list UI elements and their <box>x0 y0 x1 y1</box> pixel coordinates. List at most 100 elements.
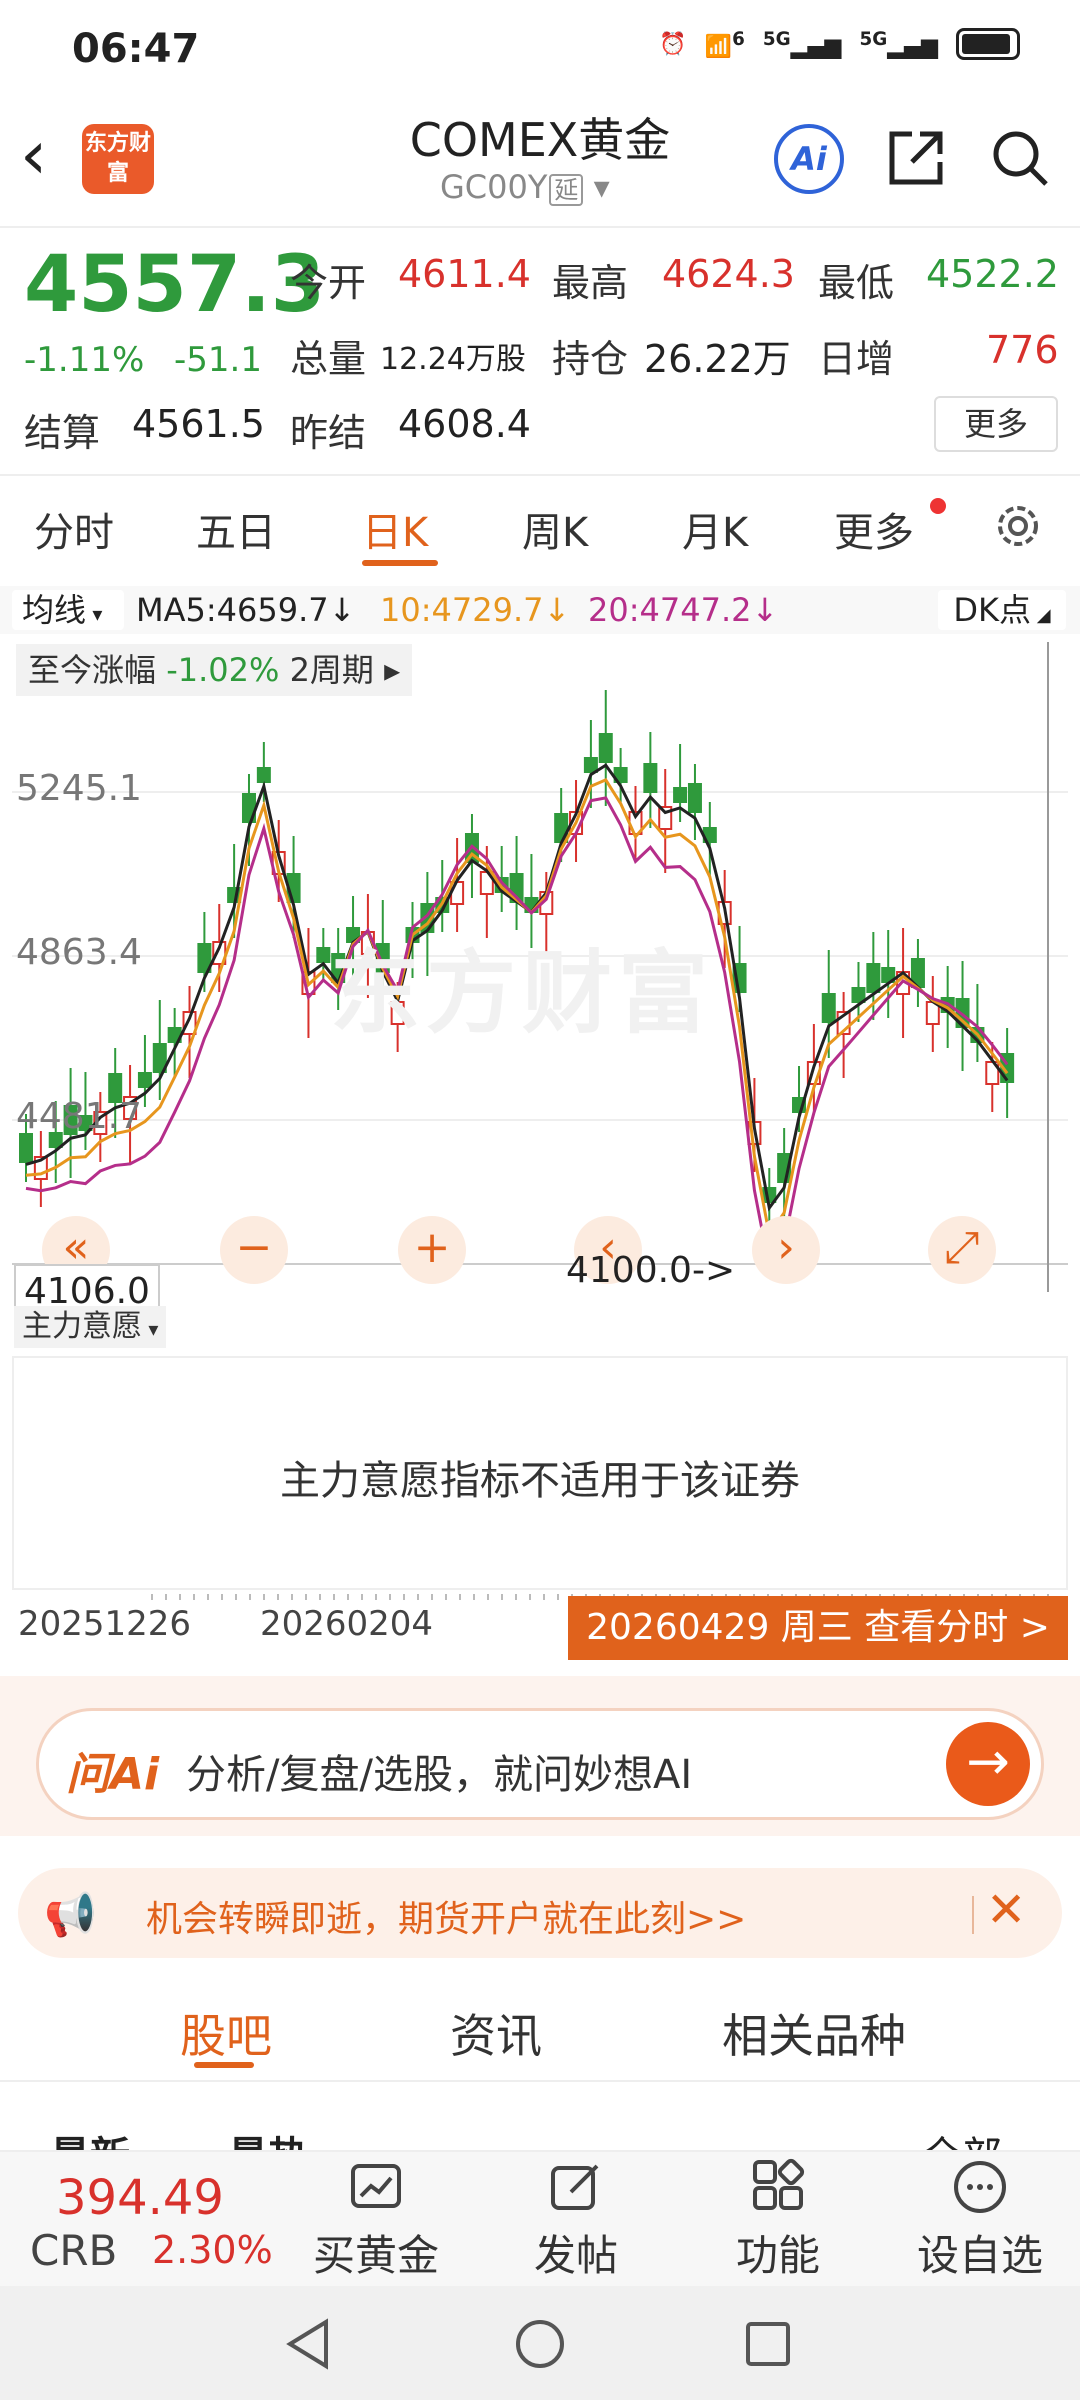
candle-body <box>598 733 613 763</box>
filter-all[interactable]: ⏷全部 <box>890 2124 1002 2152</box>
wifi-icon: 📶6 <box>704 28 745 60</box>
tab-related[interactable]: 相关品种 <box>722 2000 906 2066</box>
chart-icon <box>351 2164 401 2208</box>
buy-gold-button[interactable]: 买黄金 <box>306 2158 446 2283</box>
promo-text: 机会转瞬即逝，期货开户就在此刻>> <box>146 1899 747 1940</box>
nav-back-icon[interactable] <box>280 2316 340 2372</box>
functions-label: 功能 <box>735 2231 820 2280</box>
ai-go-button[interactable]: → <box>946 1722 1030 1806</box>
ma-selector-label: 均线 <box>22 591 87 629</box>
settle-label: 结算 <box>24 411 101 455</box>
candle-body <box>687 783 702 813</box>
tab-more[interactable]: 更多 <box>834 500 914 558</box>
zoom-in-button[interactable]: + <box>398 1216 466 1284</box>
daily-increase-label: 日增 <box>818 337 895 381</box>
share-icon[interactable] <box>884 126 948 190</box>
fullscreen-button[interactable]: ⤢ <box>928 1216 996 1284</box>
sub-tab-hot[interactable]: 最热 <box>228 2124 308 2152</box>
range-chip-period: 2周期 <box>289 651 374 689</box>
low-label: 最低 <box>818 261 895 305</box>
close-icon[interactable]: ✕ <box>986 1882 1026 1938</box>
tab-monthly-k[interactable]: 月K <box>682 500 748 558</box>
functions-button[interactable]: 功能 <box>708 2158 848 2283</box>
signal-icon-2: 5G▂▄▆ <box>859 28 938 60</box>
view-intraday-button[interactable]: 20260429 周三 查看分时 > <box>568 1596 1068 1660</box>
high-label: 最高 <box>552 261 629 305</box>
scroll-right-button[interactable]: › <box>752 1216 820 1284</box>
indicator-selector[interactable]: 主力意愿 ▾ <box>14 1306 167 1348</box>
status-time: 06:47 <box>72 26 200 72</box>
sub-tabs: 最新⌄ 最热 ⏷全部 <box>0 2080 1080 2152</box>
more-button[interactable]: 更多 <box>934 396 1058 452</box>
crb-ticker-name[interactable]: CRB <box>30 2226 117 2275</box>
watermark: 东方财富 <box>330 941 714 1046</box>
more-dots-icon <box>954 2161 1006 2213</box>
settle-value: 4561.5 <box>132 402 265 446</box>
prev-settle-value: 4608.4 <box>398 402 531 446</box>
date-label-mid: 20260204 <box>260 1604 434 1644</box>
open-value: 4611.4 <box>398 252 531 296</box>
candle-body <box>137 1072 152 1088</box>
signal-label-2: 5G <box>859 28 888 50</box>
candle-body <box>851 987 866 1003</box>
crb-ticker-value[interactable]: 394.49 <box>56 2170 224 2226</box>
nav-home-icon[interactable] <box>510 2314 570 2374</box>
period-low-marker: 4100.0-> <box>566 1250 736 1291</box>
section-tab-underline <box>194 2062 254 2068</box>
y-axis-label: 5245.1 <box>16 768 142 809</box>
post-label: 发帖 <box>533 2231 618 2280</box>
tab-daily-k[interactable]: 日K <box>362 500 428 558</box>
tab-five-day[interactable]: 五日 <box>196 500 276 558</box>
dk-label: DK点 <box>953 591 1032 629</box>
y-axis-label: 4863.4 <box>16 932 142 973</box>
indicator-selector-label: 主力意愿 <box>22 1309 142 1344</box>
high-value: 4624.3 <box>662 252 795 296</box>
back-button[interactable]: ‹ <box>20 118 80 198</box>
code-text: GC00Y <box>440 168 548 206</box>
title-bar: ‹ 东方财富 COMEX黄金 GC00Y 延 ▾ Ai <box>0 96 1080 226</box>
candle-body <box>643 763 658 793</box>
candle-body <box>866 963 881 993</box>
signal-icon: 5G▂▄▆ <box>762 28 842 60</box>
indicator-message: 主力意愿指标不适用于该证券 <box>280 1458 800 1504</box>
tab-forum[interactable]: 股吧 <box>180 2000 272 2066</box>
notification-dot <box>930 498 946 514</box>
alarm-icon: ⏰ <box>659 31 687 57</box>
buy-gold-label: 买黄金 <box>312 2231 439 2280</box>
ai-button[interactable]: Ai <box>774 124 844 194</box>
search-icon[interactable] <box>988 126 1052 190</box>
open-interest-value: 26.22万 <box>644 337 791 381</box>
ma-selector[interactable]: 均线 ▾ <box>12 590 124 630</box>
tab-weekly-k[interactable]: 周K <box>522 500 588 558</box>
candle-body <box>821 993 836 1023</box>
candle-body <box>256 767 271 783</box>
candle-body <box>583 757 598 773</box>
security-code[interactable]: GC00Y 延 ▾ <box>440 168 610 206</box>
ai-placeholder: 分析/复盘/选股，就问妙想AI <box>186 1752 693 1798</box>
volume-label: 总量 <box>290 337 367 381</box>
nav-recents-icon[interactable] <box>740 2316 796 2372</box>
range-chip-label: 至今涨幅 <box>28 651 157 689</box>
megaphone-icon: 📢 <box>44 1890 97 1939</box>
status-icons: ⏰ 📶6 5G▂▄▆ 5G▂▄▆ <box>659 28 1020 60</box>
y-axis-label: 4481.7 <box>16 1096 142 1137</box>
add-watchlist-button[interactable]: 设自选 <box>910 2158 1050 2283</box>
divider <box>0 474 1080 476</box>
open-label: 今开 <box>290 261 367 305</box>
crb-ticker-pct[interactable]: 2.30% <box>152 2228 273 2272</box>
wifi-badge: 6 <box>732 28 745 50</box>
gear-icon[interactable] <box>990 498 1046 554</box>
post-button[interactable]: 发帖 <box>506 2158 646 2283</box>
date-label-start: 20251226 <box>18 1604 192 1644</box>
zoom-out-button[interactable]: − <box>220 1216 288 1284</box>
dk-point-button[interactable]: DK点 ◢ <box>938 590 1066 630</box>
app-logo: 东方财富 <box>82 124 154 194</box>
tab-news[interactable]: 资讯 <box>450 2000 542 2066</box>
tab-intraday[interactable]: 分时 <box>34 500 114 558</box>
edit-icon <box>551 2164 599 2210</box>
divider <box>0 226 1080 228</box>
tab-underline <box>362 560 438 566</box>
range-change-chip[interactable]: 至今涨幅 -1.02% 2周期 ▸ <box>16 644 413 696</box>
change-amount: -51.1 <box>174 340 262 380</box>
sub-tab-latest[interactable]: 最新⌄ <box>50 2124 150 2152</box>
